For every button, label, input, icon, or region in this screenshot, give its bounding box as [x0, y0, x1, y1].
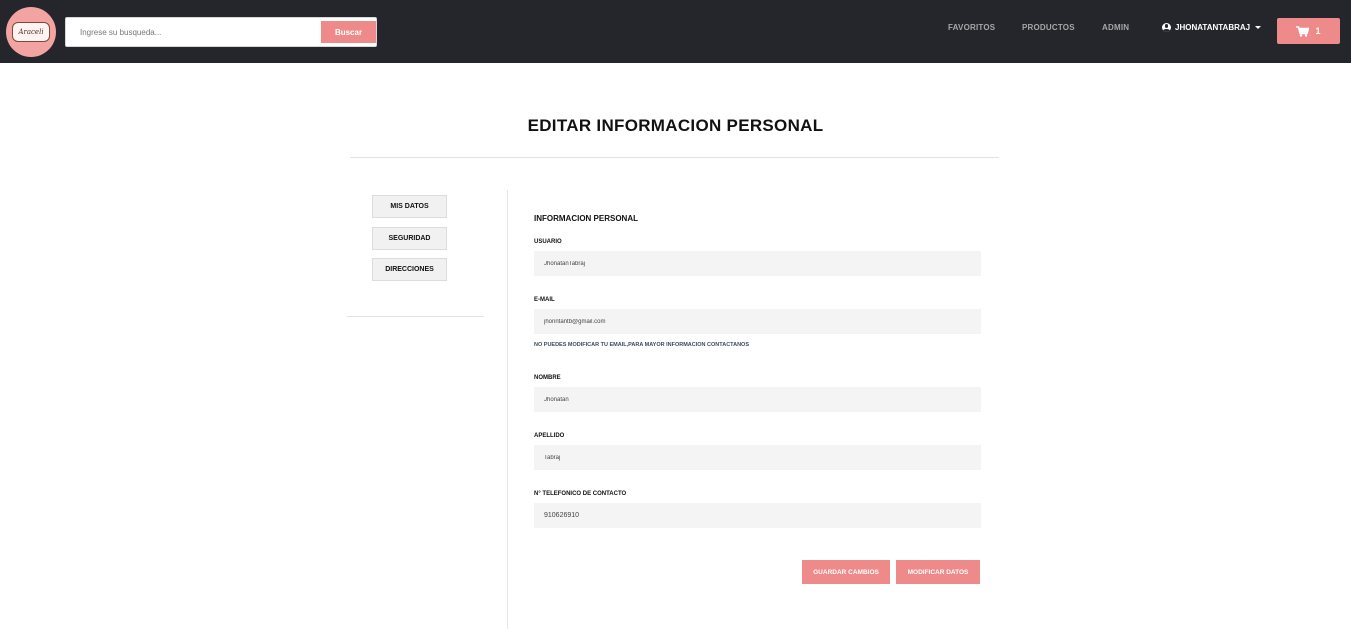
search-button[interactable]: Buscar	[321, 21, 376, 43]
vertical-divider	[507, 190, 508, 629]
user-circle-icon	[1162, 23, 1171, 32]
search-input[interactable]	[66, 18, 316, 46]
top-navbar: Araceli Buscar FAVORITOS PRODUCTOS ADMIN…	[0, 0, 1351, 63]
email-label: E-MAIL	[534, 297, 555, 303]
user-menu[interactable]: JHONATANTABRAJ	[1162, 23, 1262, 32]
apellido-label: APELLIDO	[534, 433, 565, 439]
usuario-label: USUARIO	[534, 239, 562, 245]
search-bar: Buscar	[65, 17, 377, 47]
sidebar-item-mis-datos[interactable]: MIS DATOS	[372, 195, 447, 218]
logo[interactable]: Araceli	[6, 7, 56, 57]
telefono-label: N° TELEFONICO DE CONTACTO	[534, 491, 627, 497]
sidebar-item-seguridad[interactable]: SEGURIDAD	[372, 227, 447, 250]
cart-count: 1	[1315, 26, 1321, 36]
user-name: JHONATANTABRAJ	[1175, 23, 1251, 32]
page-title: EDITAR INFORMACION PERSONAL	[527, 116, 824, 135]
nav-admin[interactable]: ADMIN	[1102, 23, 1129, 32]
cart-button[interactable]: 1	[1277, 18, 1340, 44]
email-field[interactable]	[534, 309, 981, 334]
shopping-cart-icon	[1296, 25, 1310, 37]
edit-data-button[interactable]: MODIFICAR DATOS	[896, 560, 980, 584]
email-note: NO PUEDES MODIFICAR TU EMAIL,PARA MAYOR …	[534, 342, 750, 348]
save-changes-button[interactable]: GUARDAR CAMBIOS	[802, 560, 890, 584]
caret-down-icon	[1255, 26, 1262, 29]
nombre-field[interactable]	[534, 387, 981, 412]
section-title: INFORMACION PERSONAL	[534, 214, 638, 223]
apellido-field[interactable]	[534, 445, 981, 470]
usuario-field[interactable]	[534, 251, 981, 276]
nav-productos[interactable]: PRODUCTOS	[1022, 23, 1075, 32]
sidebar-item-direcciones[interactable]: DIRECCIONES	[372, 258, 447, 281]
logo-text: Araceli	[12, 22, 50, 42]
nav-favoritos[interactable]: FAVORITOS	[948, 23, 995, 32]
title-divider	[350, 157, 999, 158]
nombre-label: NOMBRE	[534, 375, 561, 381]
telefono-field[interactable]	[534, 503, 981, 528]
sidebar-divider	[347, 316, 484, 317]
